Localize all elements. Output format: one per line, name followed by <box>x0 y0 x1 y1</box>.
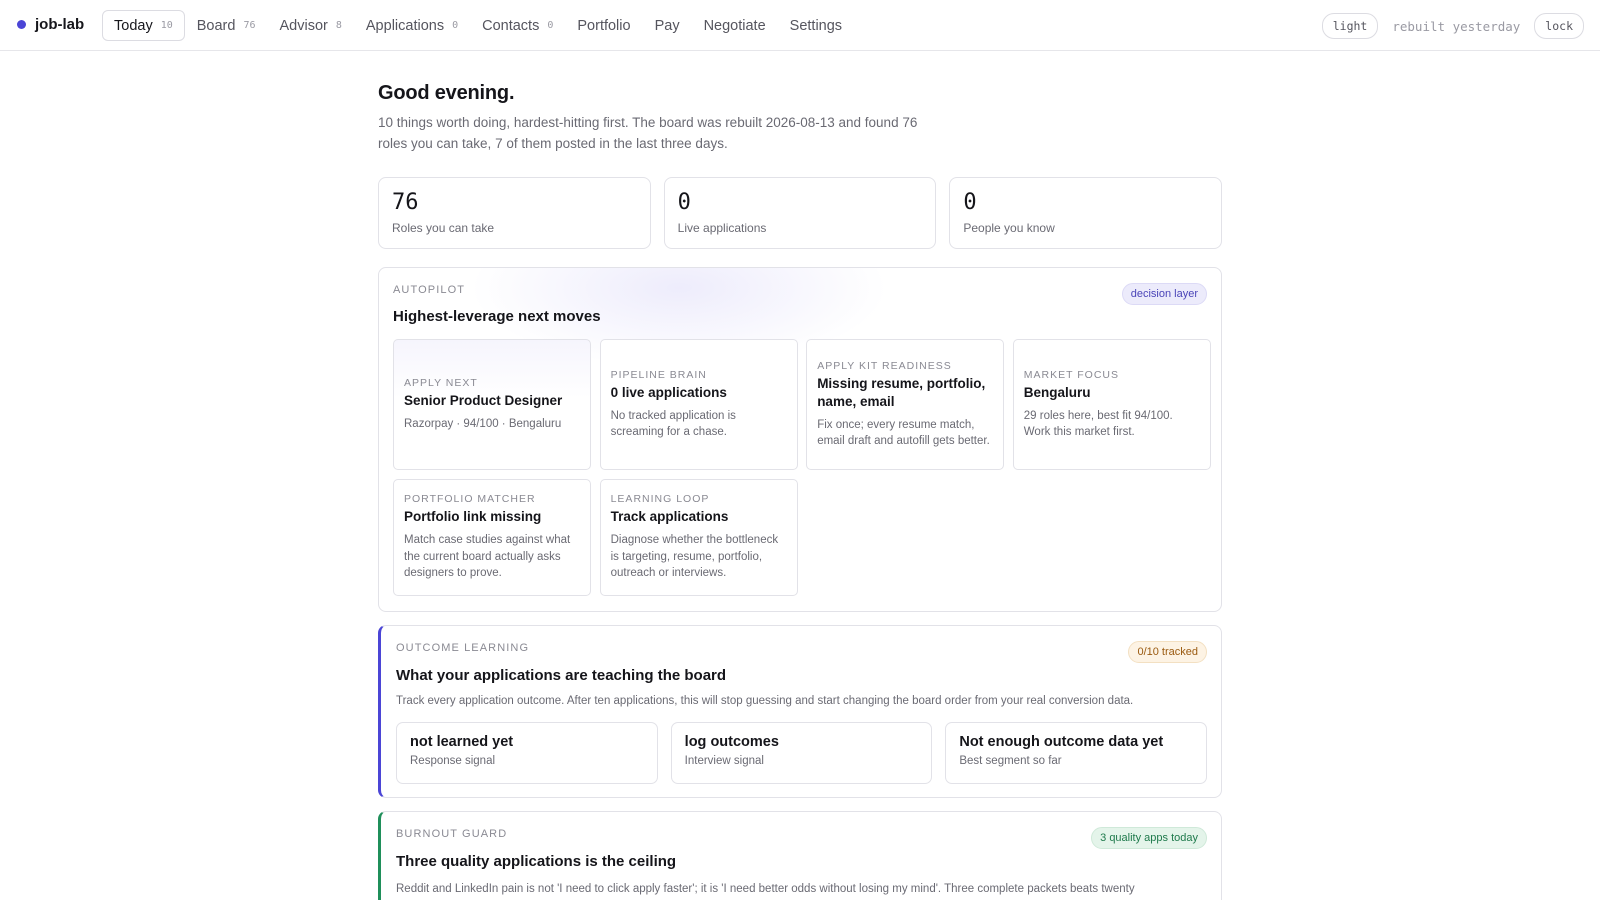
move-tile-pipeline-brain[interactable]: PIPELINE BRAIN 0 live applications No tr… <box>599 339 798 470</box>
brand-name: job-lab <box>35 16 85 33</box>
tab-count: 76 <box>243 20 256 31</box>
tile-kicker: APPLY NEXT <box>404 376 478 389</box>
section-title: What your applications are teaching the … <box>396 667 727 684</box>
tile-body: Razorpay · 94/100 · Bengaluru <box>404 417 562 430</box>
tile-title: Portfolio link missing <box>404 509 542 525</box>
main-nav: Today 10 Board 76 Advisor 8 Applications… <box>102 10 854 41</box>
decision-layer-badge: decision layer <box>1121 283 1207 305</box>
section-kicker: BURNOUT GUARD <box>396 828 508 840</box>
signal-card-interview: log outcomes Interview signal <box>670 722 933 784</box>
tab-portfolio[interactable]: Portfolio <box>565 10 642 41</box>
tile-kicker: LEARNING LOOP <box>610 493 710 506</box>
tab-today[interactable]: Today 10 <box>102 10 185 41</box>
tile-kicker: PIPELINE BRAIN <box>610 368 707 381</box>
signals-row: not learned yet Response signal log outc… <box>396 722 1208 784</box>
section-kicker: OUTCOME LEARNING <box>396 642 530 654</box>
lock-button[interactable]: lock <box>1534 13 1584 39</box>
tab-count: 8 <box>335 20 342 31</box>
tab-label: Pay <box>654 17 680 34</box>
outcome-learning-card: OUTCOME LEARNING What your applications … <box>378 625 1222 798</box>
stat-label: People you know <box>963 221 1055 235</box>
tab-count: 10 <box>160 20 173 31</box>
tab-pay[interactable]: Pay <box>643 10 692 41</box>
tile-title: Bengaluru <box>1023 384 1091 400</box>
tile-title: Senior Product Designer <box>404 392 563 408</box>
tab-contacts[interactable]: Contacts 0 <box>470 10 565 41</box>
tab-label: Advisor <box>279 17 328 34</box>
brand[interactable]: job-lab <box>17 16 84 33</box>
stat-label: Live applications <box>677 221 767 235</box>
signal-label: Interview signal <box>684 755 764 767</box>
tile-title: Missing resume, portfolio, name, email <box>817 375 986 409</box>
tile-kicker: PORTFOLIO MATCHER <box>404 493 536 506</box>
move-tile-apply-next[interactable]: APPLY NEXT Senior Product Designer Razor… <box>393 339 591 470</box>
tab-count: 0 <box>452 20 459 31</box>
tab-label: Portfolio <box>577 17 631 34</box>
signal-label: Response signal <box>410 755 496 767</box>
tab-settings[interactable]: Settings <box>778 10 854 41</box>
tile-body: No tracked application is screaming for … <box>610 409 736 439</box>
tab-advisor[interactable]: Advisor 8 <box>268 10 354 41</box>
stats-row: 76 Roles you can take 0 Live application… <box>378 177 1223 249</box>
intro-text: 10 things worth doing, hardest-hitting f… <box>378 115 918 151</box>
page-title: Good evening. <box>378 82 515 104</box>
next-moves-grid: APPLY NEXT Senior Product Designer Razor… <box>393 339 1211 596</box>
top-nav-bar: job-lab Today 10 Board 76 Advisor 8 Appl… <box>0 0 1600 51</box>
stat-value: 76 <box>392 190 419 215</box>
tab-label: Negotiate <box>703 17 766 34</box>
tile-body: Fix once; every resume match, email draf… <box>817 418 990 448</box>
section-kicker: AUTOPILOT <box>393 284 466 296</box>
tab-applications[interactable]: Applications 0 <box>354 10 470 41</box>
signal-label: Best segment so far <box>959 755 1062 767</box>
tile-kicker: APPLY KIT READINESS <box>817 359 952 372</box>
section-title: Highest-leverage next moves <box>393 308 601 325</box>
autopilot-card: AUTOPILOT Highest-leverage next moves de… <box>378 267 1222 612</box>
stat-label: Roles you can take <box>392 221 495 235</box>
tile-title: Track applications <box>610 509 729 525</box>
tab-label: Today <box>114 17 153 34</box>
burnout-guard-card: BURNOUT GUARD Three quality applications… <box>378 811 1222 900</box>
move-tile-apply-kit-readiness[interactable]: APPLY KIT READINESS Missing resume, port… <box>806 339 1005 470</box>
brand-dot-icon <box>17 20 26 29</box>
tracked-badge: 0/10 tracked <box>1128 641 1207 663</box>
rebuilt-status: rebuilt yesterday <box>1392 18 1521 34</box>
signal-value: not learned yet <box>410 734 514 750</box>
move-tile-learning-loop[interactable]: LEARNING LOOP Track applications Diagnos… <box>599 479 798 596</box>
tile-title: 0 live applications <box>610 384 727 400</box>
move-tile-portfolio-matcher[interactable]: PORTFOLIO MATCHER Portfolio link missing… <box>393 479 591 596</box>
tile-kicker: MARKET FOCUS <box>1023 368 1120 381</box>
top-right-controls: light rebuilt yesterday lock <box>1321 13 1584 39</box>
tab-label: Contacts <box>482 17 540 34</box>
tab-count: 0 <box>547 20 554 31</box>
signal-card-best-segment: Not enough outcome data yet Best segment… <box>945 722 1208 784</box>
quality-apps-badge: 3 quality apps today <box>1091 827 1207 849</box>
stat-value: 0 <box>677 190 691 215</box>
tab-label: Applications <box>365 17 445 34</box>
section-title: Three quality applications is the ceilin… <box>396 853 677 870</box>
signal-value: log outcomes <box>684 734 779 750</box>
tile-body: Diagnose whether the bottleneck is targe… <box>610 534 779 580</box>
tab-label: Board <box>196 17 236 34</box>
tab-board[interactable]: Board 76 <box>185 10 268 41</box>
tile-body: 29 roles here, best fit 94/100. Work thi… <box>1023 409 1173 439</box>
theme-toggle-button[interactable]: light <box>1321 13 1379 39</box>
tile-body: Match case studies against what the curr… <box>404 534 571 580</box>
stat-value: 0 <box>963 190 977 215</box>
tab-negotiate[interactable]: Negotiate <box>692 10 778 41</box>
move-tile-market-focus[interactable]: MARKET FOCUS Bengaluru 29 roles here, be… <box>1012 339 1211 470</box>
section-description: Reddit and LinkedIn pain is not 'I need … <box>396 883 1135 895</box>
tab-label: Settings <box>789 17 843 34</box>
stat-card-people[interactable]: 0 People you know <box>949 177 1223 249</box>
signal-card-response: not learned yet Response signal <box>396 722 658 784</box>
signal-value: Not enough outcome data yet <box>959 734 1164 750</box>
stat-card-live-applications[interactable]: 0 Live applications <box>663 177 937 249</box>
section-description: Track every application outcome. After t… <box>396 695 1134 707</box>
stat-card-roles[interactable]: 76 Roles you can take <box>378 177 651 249</box>
